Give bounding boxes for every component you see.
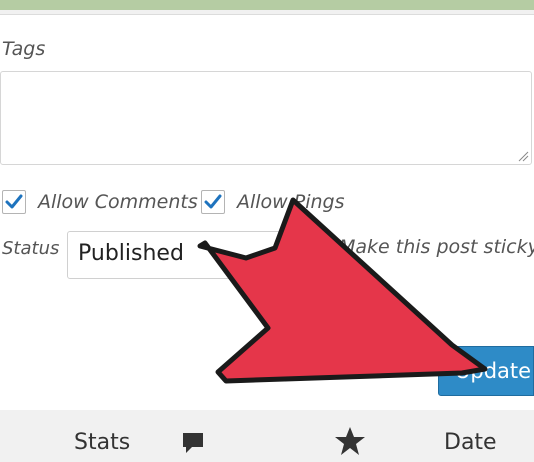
stats-link[interactable]: Stats	[74, 430, 130, 455]
allow-pings-label: Allow Pings	[237, 191, 345, 213]
tags-label: Tags	[2, 38, 46, 60]
top-band	[0, 0, 534, 10]
status-selected-value: Published	[78, 241, 184, 266]
chevron-down-icon	[268, 251, 276, 257]
speech-bubble-icon[interactable]	[180, 430, 206, 456]
checkmark-icon	[5, 194, 23, 209]
date-link[interactable]: Date	[444, 430, 497, 455]
allow-comments-checkbox[interactable]	[2, 190, 26, 214]
sticky-checkbox[interactable]	[303, 236, 327, 260]
allow-pings-checkbox[interactable]	[201, 190, 225, 214]
sticky-label: Make this post sticky	[339, 236, 534, 258]
status-label: Status	[2, 238, 60, 259]
update-button[interactable]: Update	[438, 346, 534, 396]
resize-grip-icon[interactable]	[517, 150, 529, 162]
tags-input[interactable]	[0, 71, 532, 165]
allow-comments-label: Allow Comments	[38, 191, 198, 213]
checkmark-icon	[204, 194, 222, 209]
status-select[interactable]: Published	[67, 231, 285, 279]
star-icon[interactable]	[334, 426, 366, 456]
